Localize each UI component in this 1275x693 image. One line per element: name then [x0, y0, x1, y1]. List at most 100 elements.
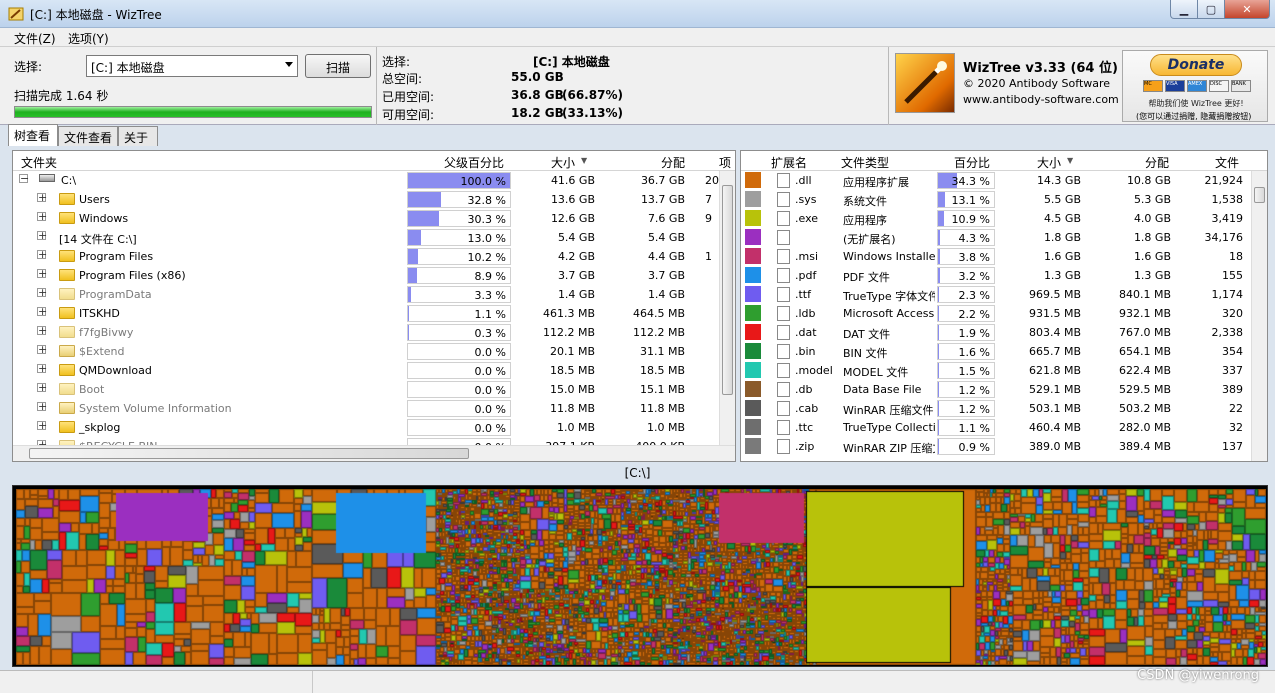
scan-button[interactable]: 扫描 — [305, 54, 371, 78]
tree-row[interactable]: + ProgramData 3.3 % 1.4 GB 1.4 GB — [13, 285, 717, 304]
ext-vscroll-thumb[interactable] — [1254, 187, 1265, 203]
tab-tree-view[interactable]: 树查看 — [8, 124, 58, 146]
tree-row[interactable]: + ITSKHD 1.1 % 461.3 MB 464.5 MB — [13, 304, 717, 323]
expand-icon[interactable]: + — [37, 287, 47, 298]
tab-file-view[interactable]: 文件查看 — [58, 126, 118, 146]
tree-row[interactable]: + Users 32.8 % 13.6 GB 13.7 GB 7 — [13, 190, 717, 209]
col-parent-percent[interactable]: 父级百分比 — [444, 154, 504, 171]
ext-row[interactable]: .ldb Microsoft Access Record-Locking Info… — [741, 304, 1249, 323]
expand-icon[interactable]: + — [37, 230, 47, 241]
ext-row[interactable]: .ttf TrueType 字体文件 2.3 % 969.5 MB 840.1 MB 1,… — [741, 285, 1249, 304]
col-file-type[interactable]: 文件类型 — [841, 154, 889, 171]
close-icon: ✕ — [1242, 2, 1252, 16]
collapse-icon[interactable]: − — [19, 173, 29, 184]
col-extension[interactable]: 扩展名 — [771, 154, 807, 171]
tree-row-allocated: 15.1 MB — [639, 383, 685, 396]
col-percent[interactable]: 百分比 — [954, 154, 990, 171]
tree-hscroll-thumb[interactable] — [29, 448, 469, 459]
ext-row[interactable]: .sys 系统文件 13.1 % 5.5 GB 5.3 GB 1,538 — [741, 190, 1249, 209]
tree-row[interactable]: + Windows 30.3 % 12.6 GB 7.6 GB 9 — [13, 209, 717, 228]
col-items[interactable]: 项 — [719, 154, 731, 171]
ext-row[interactable]: .bin BIN 文件 1.6 % 665.7 MB 654.1 MB 354 — [741, 342, 1249, 361]
expand-icon[interactable]: + — [37, 268, 47, 279]
tree-row[interactable]: + Boot 0.0 % 15.0 MB 15.1 MB — [13, 380, 717, 399]
ext-row[interactable]: .zip WinRAR ZIP 压缩文件 0.9 % 389.0 MB 389.4 MB… — [741, 437, 1249, 456]
ext-percent-cell: 2.2 % — [937, 305, 995, 322]
menu-file[interactable]: 文件(Z) — [14, 30, 56, 47]
expand-icon[interactable]: + — [37, 325, 47, 336]
tab-about[interactable]: 关于 — [118, 126, 158, 146]
expand-icon[interactable]: + — [37, 249, 47, 260]
expand-icon[interactable]: + — [37, 420, 47, 431]
ext-row[interactable]: .db Data Base File 1.2 % 529.1 MB 529.5 MB 38… — [741, 380, 1249, 399]
window-title: [C:] 本地磁盘 - WizTree — [30, 8, 162, 22]
ext-row[interactable]: .ttc TrueType Collection 1.1 % 460.4 MB 282.… — [741, 418, 1249, 437]
file-type-icon — [777, 268, 790, 283]
tree-vscroll-thumb[interactable] — [722, 185, 733, 395]
ext-row-allocated: 932.1 MB — [1118, 307, 1171, 320]
col-size[interactable]: 大小 — [551, 154, 575, 171]
menu-options[interactable]: 选项(Y) — [68, 30, 109, 47]
tree-vertical-scrollbar[interactable] — [719, 171, 735, 445]
ext-row-extension: .ttf — [795, 288, 811, 301]
ext-row[interactable]: .msi Windows Installer 3.8 % 1.6 GB 1.6 GB 18 — [741, 247, 1249, 266]
tree-row[interactable]: + QMDownload 0.0 % 18.5 MB 18.5 MB — [13, 361, 717, 380]
ext-row[interactable]: .pdf PDF 文件 3.2 % 1.3 GB 1.3 GB 155 — [741, 266, 1249, 285]
ext-row-files: 1,174 — [1211, 288, 1244, 301]
discover-icon: DISC — [1209, 80, 1229, 92]
website-link[interactable]: www.antibody-software.com — [963, 93, 1119, 106]
treemap-canvas[interactable] — [16, 489, 1266, 665]
donate-button[interactable]: Donate — [1150, 54, 1242, 76]
drive-icon — [39, 174, 55, 182]
tree-row[interactable]: + $Extend 0.0 % 20.1 MB 31.1 MB — [13, 342, 717, 361]
maximize-button[interactable]: ▢ — [1197, 0, 1225, 19]
ext-row-size: 1.8 GB — [1043, 231, 1081, 244]
ext-row[interactable]: .exe 应用程序 10.9 % 4.5 GB 4.0 GB 3,419 — [741, 209, 1249, 228]
parent-percent-cell: 32.8 % — [407, 191, 511, 208]
percent-bar — [938, 325, 940, 340]
expand-icon[interactable]: + — [37, 363, 47, 374]
status-bar — [0, 670, 1275, 693]
ext-row[interactable]: .dat DAT 文件 1.9 % 803.4 MB 767.0 MB 2,338 — [741, 323, 1249, 342]
tree-row-items: 20 — [705, 174, 719, 187]
percent-value: 0.0 % — [474, 422, 506, 435]
ext-row[interactable]: .model MODEL 文件 1.5 % 621.8 MB 622.4 MB 337 — [741, 361, 1249, 380]
tree-horizontal-scrollbar[interactable] — [13, 445, 735, 461]
ext-row[interactable]: (无扩展名) 4.3 % 1.8 GB 1.8 GB 34,176 — [741, 228, 1249, 247]
select-drive-label: 选择: — [14, 60, 43, 74]
parent-percent-cell: 0.3 % — [407, 324, 511, 341]
treemap-path-label: [C:\] — [624, 466, 651, 480]
tree-row[interactable]: + f7fgBivwy 0.3 % 112.2 MB 112.2 MB — [13, 323, 717, 342]
col-ext-allocated[interactable]: 分配 — [1145, 154, 1169, 171]
col-allocated[interactable]: 分配 — [661, 154, 685, 171]
watermark-text: CSDN @yiwenrong — [1137, 668, 1259, 683]
percent-bar — [938, 268, 940, 283]
treemap-view[interactable] — [12, 485, 1268, 667]
expand-icon[interactable]: + — [37, 344, 47, 355]
ext-row-type: WinRAR ZIP 压缩文件 — [843, 442, 935, 455]
close-button[interactable]: ✕ — [1224, 0, 1270, 19]
ext-vertical-scrollbar[interactable] — [1251, 171, 1267, 461]
expand-icon[interactable]: + — [37, 211, 47, 222]
col-ext-size[interactable]: 大小 — [1037, 154, 1061, 171]
tree-row-size: 1.4 GB — [557, 288, 595, 301]
expand-icon[interactable]: + — [37, 192, 47, 203]
tree-row[interactable]: + Program Files 10.2 % 4.2 GB 4.4 GB 1 — [13, 247, 717, 266]
expand-icon[interactable]: + — [37, 382, 47, 393]
col-files[interactable]: 文件 — [1215, 154, 1239, 171]
drive-select[interactable]: [C:] 本地磁盘 — [86, 55, 298, 77]
tree-row[interactable]: + System Volume Information 0.0 % 11.8 MB 11… — [13, 399, 717, 418]
ext-row[interactable]: .dll 应用程序扩展 34.3 % 14.3 GB 10.8 GB 21,924 — [741, 171, 1249, 190]
tree-row[interactable]: − C:\ 100.0 % 41.6 GB 36.7 GB 20 — [13, 171, 719, 190]
ext-row-files: 2,338 — [1211, 326, 1244, 339]
ext-percent-cell: 13.1 % — [937, 191, 995, 208]
tree-row[interactable]: + [14 文件在 C:\] 13.0 % 5.4 GB 5.4 GB — [13, 228, 717, 247]
ext-row-extension: .ttc — [795, 421, 814, 434]
col-folder[interactable]: 文件夹 — [21, 154, 57, 171]
ext-row[interactable]: .cab WinRAR 压缩文件 1.2 % 503.1 MB 503.2 MB 22 — [741, 399, 1249, 418]
expand-icon[interactable]: + — [37, 401, 47, 412]
tree-row[interactable]: + Program Files (x86) 8.9 % 3.7 GB 3.7 GB — [13, 266, 717, 285]
tree-row[interactable]: + _skplog 0.0 % 1.0 MB 1.0 MB — [13, 418, 717, 437]
minimize-button[interactable]: ▁ — [1170, 0, 1198, 19]
expand-icon[interactable]: + — [37, 306, 47, 317]
